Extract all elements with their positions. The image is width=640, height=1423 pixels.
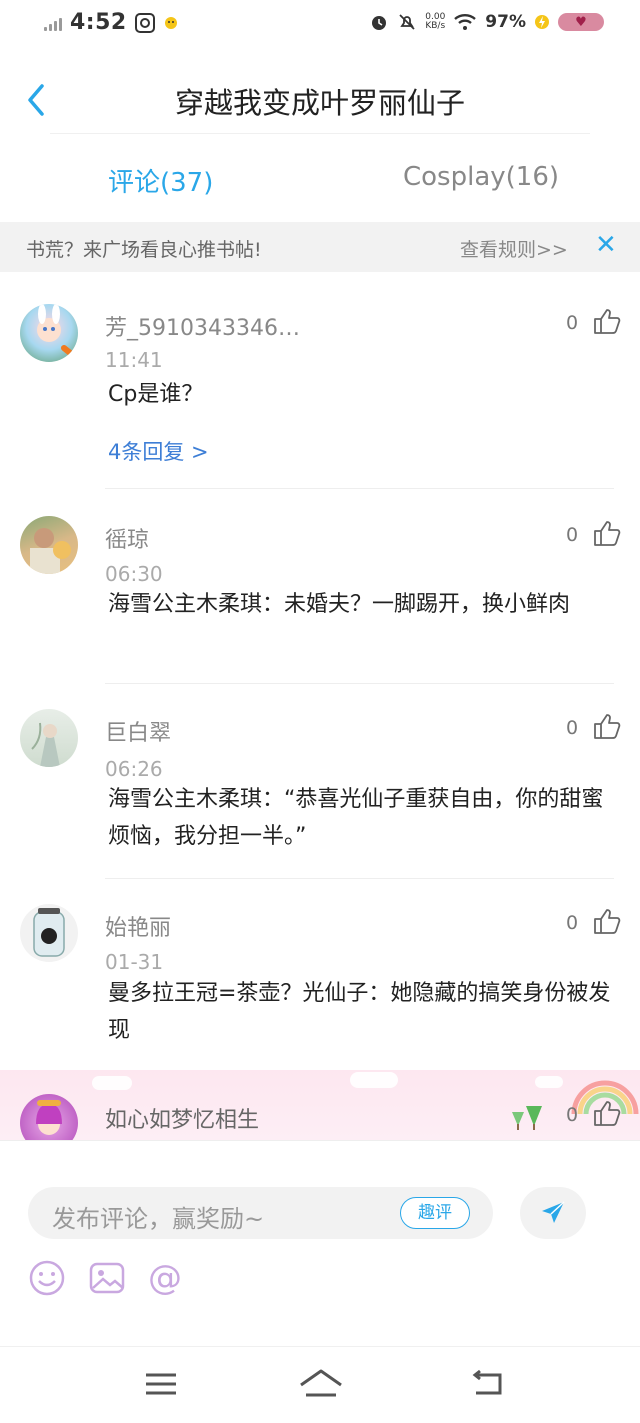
avatar[interactable] [20,304,78,362]
tab-bar: 评论(37) Cosplay(16) [0,150,640,212]
comment-composer: 发布评论，赢奖励~ 趣评 @ [0,1140,640,1346]
cloud-decoration [535,1076,563,1088]
battery-icon: ♥ [558,13,604,31]
emoji-icon[interactable] [28,1259,66,1297]
view-replies-link[interactable]: 4条回复 > [108,436,209,466]
notice-text: 书荒？来广场看良心推书帖! [26,239,262,261]
comment-item: 徭琼 0 06:30 海雪公主木柔琪：未婚夫？一脚踢开，换小鲜肉 [0,488,640,684]
mention-icon[interactable]: @ [146,1259,184,1297]
net-speed: 0.00 KB/s [425,12,446,31]
title-divider [50,133,590,134]
like-count: 0 [566,312,579,334]
comment-input[interactable]: 发布评论，赢奖励~ 趣评 [28,1187,493,1239]
comment-input-placeholder: 发布评论，赢奖励~ [52,1205,265,1233]
quping-button[interactable]: 趣评 [400,1197,470,1229]
tab-comments[interactable]: 评论(37) [108,162,213,199]
title-bar: 穿越我变成叶罗丽仙子 [0,60,640,140]
charging-icon [535,15,549,29]
thumbs-up-icon[interactable] [592,1098,622,1128]
comment-username[interactable]: 徭琼 [105,522,149,554]
battery-percent: 97% [485,12,526,32]
thumbs-up-icon[interactable] [592,518,622,548]
comment-username[interactable]: 始艳丽 [105,910,171,942]
tree-decoration [512,1106,542,1130]
avatar[interactable] [20,709,78,767]
game-notification-icon [164,16,177,29]
avatar[interactable] [20,516,78,574]
tab-cosplay[interactable]: Cosplay(16) [403,162,559,192]
close-icon[interactable]: ✕ [595,230,617,260]
status-bar: 4:52 0.00 KB/s 97% ♥ [0,0,640,52]
vip-comment-item: 如心如梦忆相生 0 01-29 [0,1070,640,1140]
system-nav-bar [0,1346,640,1423]
wifi-icon [454,14,477,30]
page-title: 穿越我变成叶罗丽仙子 [174,86,465,120]
comment-time: 06:26 [105,757,163,781]
comment-text[interactable]: 海雪公主木柔琪：“恭喜光仙子重获自由，你的甜蜜烦恼，我分担一半。” [108,781,613,855]
mute-bell-icon [399,14,415,30]
comment-item: 巨白翠 0 06:26 海雪公主木柔琪：“恭喜光仙子重获自由，你的甜蜜烦恼，我分… [0,683,640,879]
thumbs-up-icon[interactable] [592,711,622,741]
comment-item: 芳_5910343346… 0 11:41 Cp是谁？ 4条回复 > [0,278,640,489]
view-rules-link[interactable]: 查看规则>> [460,235,568,262]
home-icon[interactable] [298,1367,344,1401]
avatar[interactable] [20,904,78,962]
notice-banner[interactable]: 书荒？来广场看良心推书帖! 查看规则>> ✕ [0,222,640,272]
comment-text[interactable]: 曼多拉王冠=茶壶？光仙子：她隐藏的搞笑身份被发现 [108,975,613,1049]
avatar[interactable] [20,1094,78,1140]
comment-item: 始艳丽 0 01-31 曼多拉王冠=茶壶？光仙子：她隐藏的搞笑身份被发现 [0,878,640,1070]
send-button[interactable] [520,1187,586,1239]
thumbs-up-icon[interactable] [592,906,622,936]
status-time: 4:52 [70,10,127,35]
comment-text[interactable]: Cp是谁？ [108,376,613,413]
like-count: 0 [566,717,579,739]
comment-time: 06:30 [105,562,163,586]
app-notification-icon [134,12,155,33]
like-count: 0 [566,524,579,546]
comment-username[interactable]: 巨白翠 [105,715,171,747]
send-icon [542,1201,565,1223]
menu-icon[interactable] [142,1367,182,1401]
cloud-decoration [92,1076,132,1090]
comment-text[interactable]: 海雪公主木柔琪：未婚夫？一脚踢开，换小鲜肉 [108,586,613,623]
comment-username[interactable]: 芳_5910343346… [105,310,300,342]
comment-time: 11:41 [105,348,163,372]
comment-time: 01-31 [105,950,164,974]
cloud-decoration [350,1072,398,1088]
like-count: 0 [566,1104,579,1126]
thumbs-up-icon[interactable] [592,306,622,336]
alarm-icon [372,16,387,30]
back-icon[interactable] [470,1367,510,1401]
signal-icon [44,15,62,31]
image-icon[interactable] [88,1259,126,1297]
like-count: 0 [566,912,579,934]
comment-username[interactable]: 如心如梦忆相生 [105,1102,259,1134]
